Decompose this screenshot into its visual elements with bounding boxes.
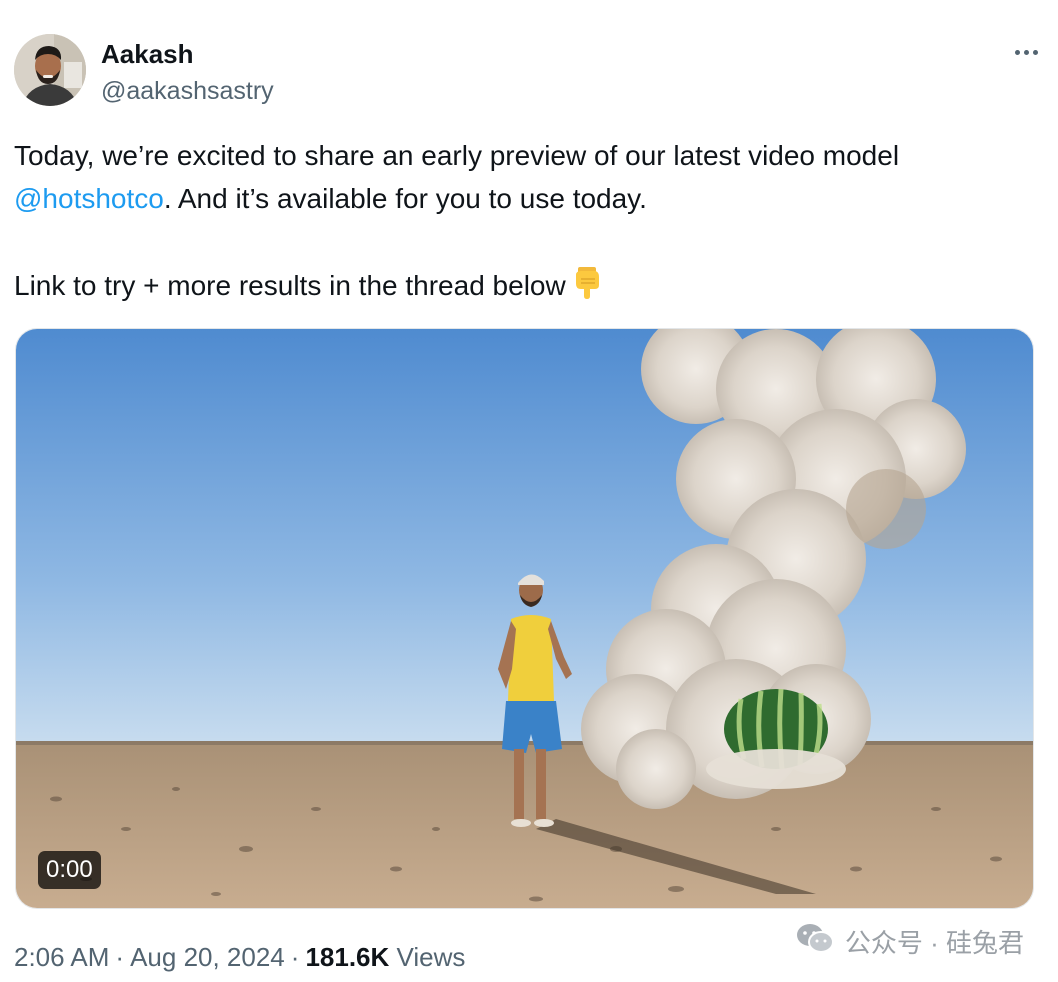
post-time[interactable]: 2:06 AM	[14, 942, 109, 972]
avatar[interactable]	[14, 34, 86, 106]
meta-separator: ·	[115, 942, 125, 972]
more-horizontal-icon	[1014, 49, 1038, 55]
tweet-paragraph-1: Today, we’re excited to share an early p…	[14, 134, 1034, 220]
meta-separator: ·	[290, 942, 300, 972]
post-date[interactable]: Aug 20, 2024	[130, 942, 285, 972]
tweet-line-3: Link to try + more results in the thread…	[14, 270, 566, 301]
views-count: 181.6K	[305, 942, 390, 972]
tweet-meta: 2:06 AM · Aug 20, 2024 · 181.6K Views	[14, 940, 465, 974]
author-handle[interactable]: @aakashsastry	[101, 76, 274, 106]
watermark: 公众号 · 硅兔君	[795, 922, 1024, 961]
tweet-line-1: Today, we’re excited to share an early p…	[14, 140, 900, 171]
tweet-line-2: . And it’s available for you to use toda…	[163, 183, 647, 214]
more-options-button[interactable]	[1008, 40, 1044, 64]
author-names: Aakash @aakashsastry	[101, 39, 274, 106]
video-player[interactable]: 0:00	[15, 328, 1034, 909]
wechat-icon	[795, 922, 835, 961]
backhand-index-pointing-down-icon	[572, 265, 602, 313]
profile-photo-icon	[14, 34, 86, 106]
video-timecode: 0:00	[38, 851, 101, 889]
tweet-text: Today, we’re excited to share an early p…	[14, 134, 1034, 313]
views-label: Views	[396, 942, 466, 972]
tweet-header: Aakash @aakashsastry	[14, 34, 1044, 110]
watermark-text: 公众号 · 硅兔君	[844, 928, 1024, 958]
mention-link[interactable]: @hotshotco	[14, 183, 164, 214]
author-display-name[interactable]: Aakash	[101, 39, 274, 69]
video-frame	[16, 329, 1033, 908]
tweet-paragraph-2: Link to try + more results in the thread…	[14, 264, 1034, 313]
